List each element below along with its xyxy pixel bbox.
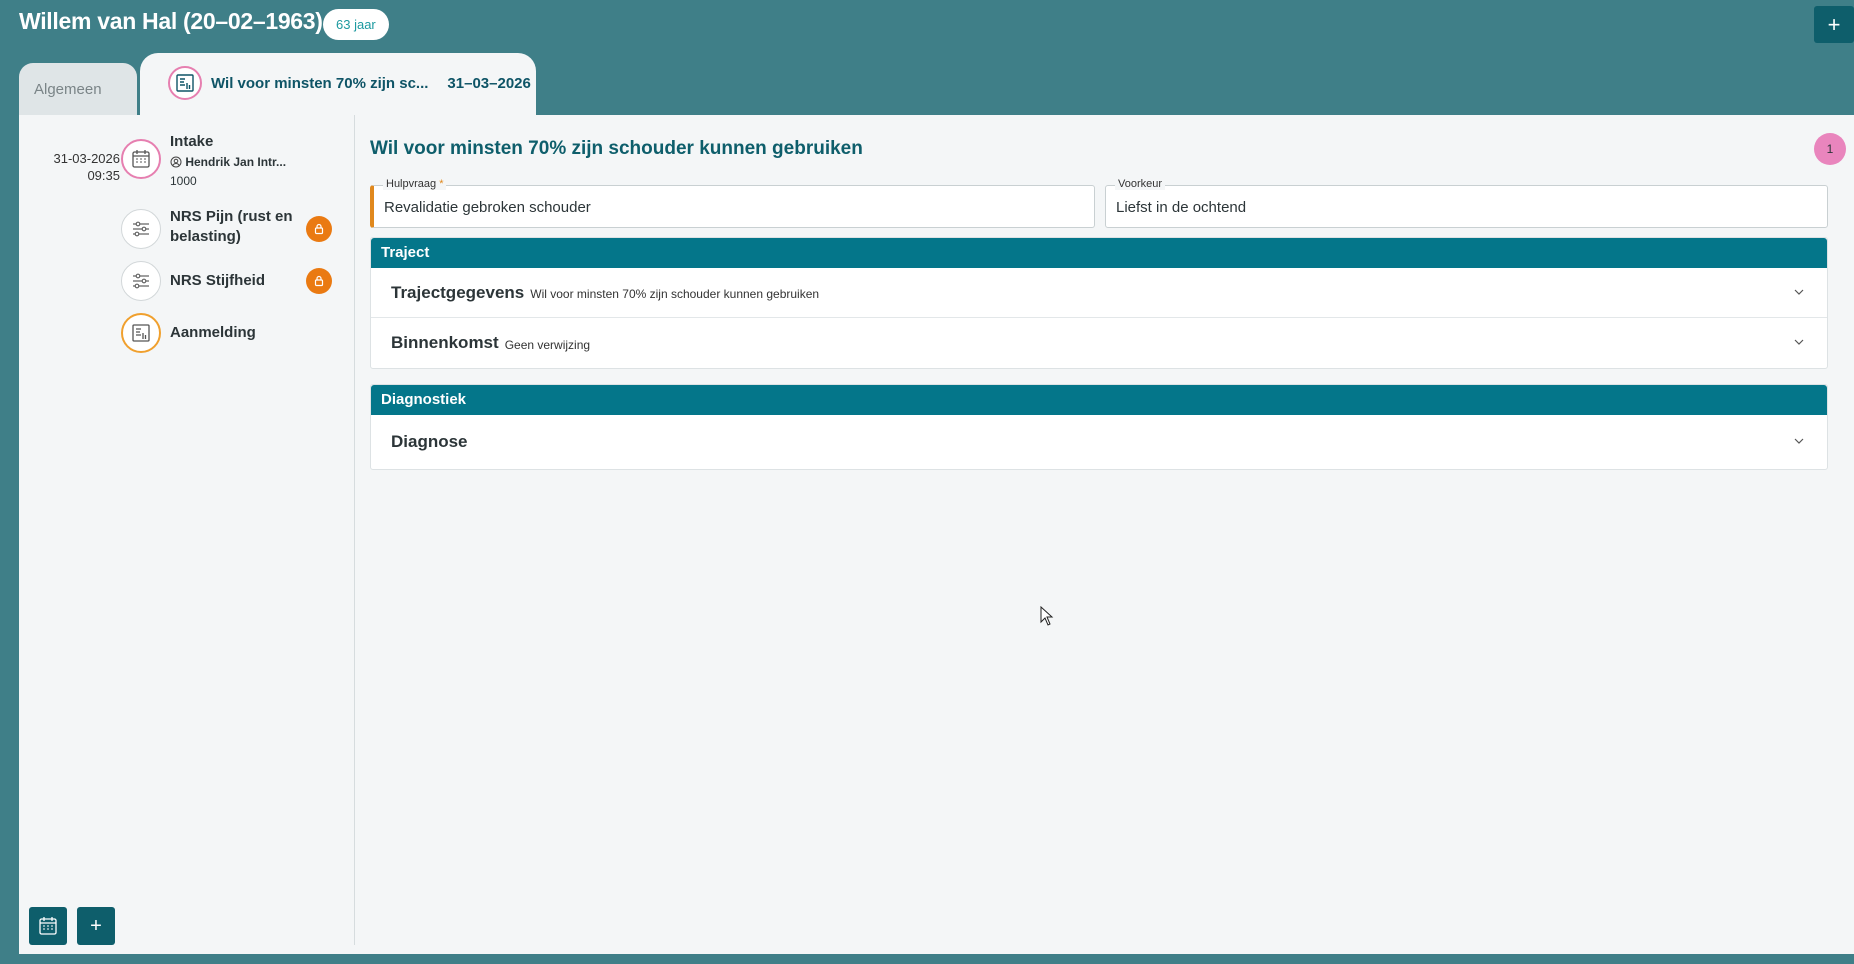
timeline-date-time: 09:35 (87, 168, 120, 183)
timeline-title: NRS Pijn (rust en belasting) (170, 208, 293, 245)
voorkeur-label: Voorkeur (1115, 178, 1166, 190)
section-title: Diagnostiek (371, 385, 1827, 415)
calendar-button[interactable] (29, 907, 67, 945)
timeline-item-nrs-stijfheid[interactable]: NRS Stijfheid (19, 261, 355, 309)
timeline-item-aanmelding[interactable]: Aanmelding (19, 313, 355, 361)
timeline-person: Hendrik Jan Intr... (170, 155, 286, 169)
accordion-subtitle: Geen verwijzing (504, 337, 591, 352)
lock-icon (306, 216, 332, 242)
hulpvraag-label-text: Hulpvraag (386, 178, 437, 190)
document-icon (121, 313, 161, 353)
tab-label: Wil voor minsten 70% zijn sc... (211, 74, 429, 92)
main-panel: 31-03-2026 09:35 Intake Hendrik Jan Intr… (19, 115, 1854, 954)
chevron-down-icon (1794, 289, 1804, 295)
section-title: Traject (371, 238, 1827, 268)
accordion-binnenkomst[interactable]: Binnenkomst Geen verwijzing (371, 318, 1827, 368)
required-mark: * (439, 178, 444, 190)
lock-icon (306, 268, 332, 294)
accordion-trajectgegevens[interactable]: Trajectgegevens Wil voor minsten 70% zij… (371, 268, 1827, 318)
hulpvraag-value: Revalidatie gebroken schouder (384, 199, 591, 216)
hulpvraag-field[interactable]: Hulpvraag * Revalidatie gebroken schoude… (370, 178, 1095, 228)
timeline-person-name: Hendrik Jan Intr... (185, 155, 287, 169)
patient-title: Willem van Hal (20–02–1963) V (19, 8, 344, 34)
count-badge[interactable]: 1 (1814, 133, 1846, 165)
accordion-diagnose[interactable]: Diagnose (371, 415, 1827, 469)
age-badge: 63 jaar (323, 9, 389, 40)
accordion-title: Trajectgegevens (391, 282, 525, 302)
tab-date: 31–03–2026 (447, 74, 531, 92)
user-icon (170, 156, 182, 168)
accordion-title: Binnenkomst (391, 333, 499, 352)
timeline-title: NRS Stijfheid (170, 272, 266, 289)
section-diagnostiek: Diagnostiek Diagnose (370, 384, 1828, 470)
timeline-code: 1000 (170, 174, 197, 188)
accordion-subtitle: Wil voor minsten 70% zijn schouder kunne… (530, 287, 820, 301)
add-item-button[interactable]: + (77, 907, 115, 945)
document-icon (168, 66, 202, 100)
calendar-icon (39, 917, 57, 935)
mouse-cursor-icon (1040, 606, 1054, 626)
sliders-icon (121, 261, 161, 301)
tab-algemeen[interactable]: Algemeen (19, 63, 137, 115)
timeline-sidebar: 31-03-2026 09:35 Intake Hendrik Jan Intr… (19, 115, 355, 945)
section-traject: Traject Trajectgegevens Wil voor minsten… (370, 237, 1828, 369)
voorkeur-field[interactable]: Voorkeur Liefst in de ochtend (1105, 178, 1828, 228)
chevron-down-icon (1794, 438, 1804, 444)
accordion-title: Diagnose (391, 432, 468, 451)
timeline-title: Intake (170, 133, 214, 150)
timeline-title: Aanmelding (170, 324, 256, 341)
hulpvraag-label: Hulpvraag * (383, 178, 447, 190)
add-button[interactable]: + (1814, 6, 1854, 43)
tab-active[interactable]: Wil voor minsten 70% zijn sc... 31–03–20… (168, 66, 531, 100)
timeline-item-nrs-pijn[interactable]: NRS Pijn (rust en belasting) (19, 208, 355, 257)
sliders-icon (121, 209, 161, 249)
voorkeur-value: Liefst in de ochtend (1116, 199, 1247, 216)
page-title: Wil voor minsten 70% zijn schouder kunne… (370, 138, 863, 159)
timeline-date-day: 31-03-2026 (53, 151, 121, 166)
chevron-down-icon (1794, 339, 1804, 345)
timeline-date: 31-03-2026 09:35 (29, 150, 121, 184)
calendar-icon (121, 139, 161, 179)
timeline-item-intake[interactable]: 31-03-2026 09:35 Intake Hendrik Jan Intr… (19, 133, 355, 199)
